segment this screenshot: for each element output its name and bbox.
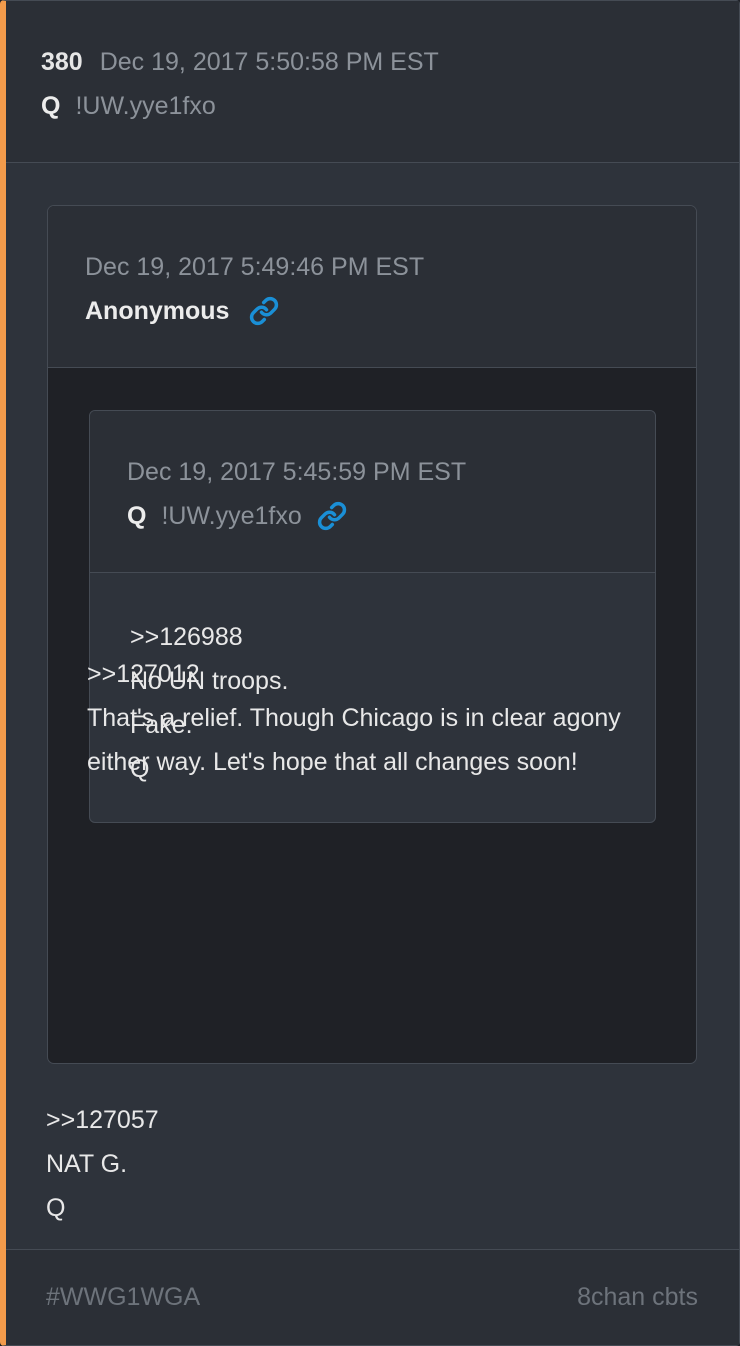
body-line: Q <box>46 1194 66 1222</box>
post-tripcode: !UW.yye1fxo <box>75 92 216 120</box>
post-header: 380 Dec 19, 2017 5:50:58 PM EST Q !UW.yy… <box>6 1 739 163</box>
quoted-post-body: >>127012 That's a relief. Though Chicago… <box>87 652 657 784</box>
post-author: Q <box>41 92 61 120</box>
post-footer: #WWG1WGA 8chan cbts <box>6 1249 739 1345</box>
body-line: >>127057 <box>46 1106 159 1134</box>
post-date: Dec 19, 2017 5:50:58 PM EST <box>99 48 439 76</box>
post-number: 380 <box>41 48 83 76</box>
quoted-post-author: Anonymous <box>85 297 230 325</box>
body-line: >>127012 <box>87 660 200 688</box>
body-line: NAT G. <box>46 1150 128 1178</box>
nested-quote-header: Dec 19, 2017 5:45:59 PM EST Q !UW.yye1fx… <box>90 411 655 573</box>
post-card: 380 Dec 19, 2017 5:50:58 PM EST Q !UW.yy… <box>0 0 740 1346</box>
source-label: 8chan cbts <box>577 1283 698 1311</box>
link-icon[interactable] <box>317 501 347 531</box>
body-line: That's a relief. Though Chicago is in cl… <box>87 704 621 776</box>
link-icon[interactable] <box>249 296 279 326</box>
hashtag: #WWG1WGA <box>46 1283 201 1311</box>
quoted-post: Dec 19, 2017 5:49:46 PM EST Anonymous De… <box>47 205 697 1064</box>
nested-quote-tripcode: !UW.yye1fxo <box>161 502 302 530</box>
post-body: >>127057 NAT G. Q <box>46 1098 159 1230</box>
nested-quote-date: Dec 19, 2017 5:45:59 PM EST <box>127 458 467 486</box>
quoted-post-header: Dec 19, 2017 5:49:46 PM EST Anonymous <box>48 206 696 368</box>
nested-quote-author: Q <box>127 502 147 530</box>
quoted-post-date: Dec 19, 2017 5:49:46 PM EST <box>85 253 425 281</box>
